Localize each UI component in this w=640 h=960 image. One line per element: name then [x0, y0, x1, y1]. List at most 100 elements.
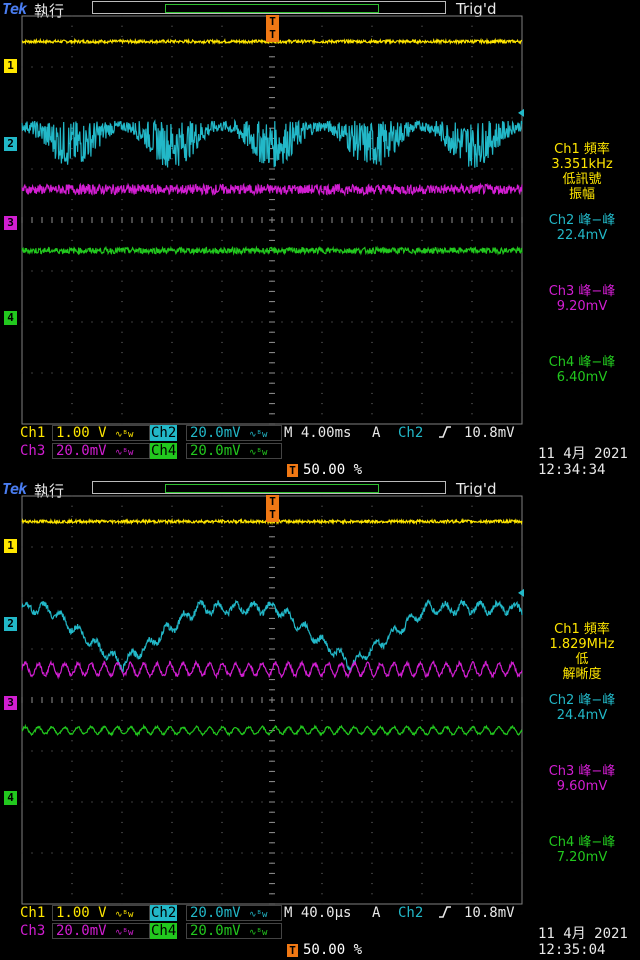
grid-dot [321, 229, 323, 231]
grid-dot [401, 168, 403, 170]
grid-dot [471, 239, 473, 241]
grid-dot [501, 546, 503, 548]
grid-dot [321, 66, 323, 68]
grid-dot [411, 852, 413, 854]
grid-dot [171, 56, 173, 58]
grid-dot [281, 852, 283, 854]
grid-dot [71, 260, 73, 262]
grid-dot [371, 178, 373, 180]
ch1-scale[interactable]: 1.00 V ∿ᴮw [52, 905, 150, 921]
ch2-scale[interactable]: 20.0mV ∿ᴮw [186, 425, 282, 441]
bw-limit-icon: ∿ᴮw [249, 430, 268, 440]
grid-dot [371, 821, 373, 823]
grid-dot [281, 321, 283, 323]
grid-dot [471, 648, 473, 650]
grid-dot [451, 801, 453, 803]
grid-dot [71, 740, 73, 742]
ch3-scale[interactable]: 20.0mV ∿ᴮw [52, 443, 150, 459]
ch3-scale[interactable]: 20.0mV ∿ᴮw [52, 923, 150, 939]
grid-dot [121, 352, 123, 354]
grid-dot [221, 566, 223, 568]
grid-dot [311, 321, 313, 323]
trigger-time-marker: T [266, 508, 279, 522]
grid-dot [421, 403, 423, 405]
grid-dot [421, 362, 423, 364]
grid-dot [201, 801, 203, 803]
grid-dot [471, 199, 473, 201]
grid-dot [421, 832, 423, 834]
graticule [21, 495, 523, 905]
grid-dot [121, 709, 123, 711]
grid-dot [71, 597, 73, 599]
grid-dot [71, 801, 73, 803]
grid-dot [471, 97, 473, 99]
grid-dot [471, 56, 473, 58]
grid-dot [251, 270, 253, 272]
trigger-level[interactable]: 10.8mV [464, 905, 515, 921]
grid-dot [421, 239, 423, 241]
grid-dot [221, 546, 223, 548]
grid-dot [501, 270, 503, 272]
trigger-source[interactable]: Ch2 [398, 905, 423, 921]
grid-dot [321, 546, 323, 548]
grid-dot [471, 628, 473, 630]
ch2-scale[interactable]: 20.0mV ∿ᴮw [186, 905, 282, 921]
grid-dot [331, 648, 333, 650]
grid-dot [61, 546, 63, 548]
timebase[interactable]: M 40.0µs [284, 905, 351, 921]
grid-dot [331, 372, 333, 374]
grid-dot [311, 648, 313, 650]
grid-dot [301, 372, 303, 374]
grid-dot [211, 852, 213, 854]
grid-dot [171, 413, 173, 415]
grid-dot [121, 505, 123, 507]
grid-dot [191, 648, 193, 650]
grid-dot [361, 270, 363, 272]
grid-dot [71, 781, 73, 783]
grid-dot [321, 260, 323, 262]
timebase[interactable]: M 4.00ms [284, 425, 351, 441]
grid-dot [471, 117, 473, 119]
grid-dot [321, 117, 323, 119]
grid-dot [371, 392, 373, 394]
grid-dot [201, 648, 203, 650]
grid-dot [221, 526, 223, 528]
grid-dot [221, 270, 223, 272]
grid-dot [301, 168, 303, 170]
ch4-scale[interactable]: 20.0mV ∿ᴮw [186, 923, 282, 939]
grid-dot [341, 750, 343, 752]
grid-dot [511, 270, 513, 272]
ch4-scale[interactable]: 20.0mV ∿ᴮw [186, 443, 282, 459]
grid-dot [221, 199, 223, 201]
grid-dot [471, 382, 473, 384]
grid-dot [121, 811, 123, 813]
grid-dot [71, 97, 73, 99]
grid-dot [121, 117, 123, 119]
grid-dot [421, 321, 423, 323]
ch1-scale[interactable]: 1.00 V ∿ᴮw [52, 425, 150, 441]
trigger-level[interactable]: 10.8mV [464, 425, 515, 441]
trigger-t-icon: T [287, 464, 298, 477]
grid-dot [341, 852, 343, 854]
grid-dot [121, 229, 123, 231]
grid-dot [391, 168, 393, 170]
ch2-waveform [21, 598, 523, 673]
grid-dot [121, 25, 123, 27]
grid-dot [371, 46, 373, 48]
grid-dot [171, 832, 173, 834]
grid-dot [481, 117, 483, 119]
grid-dot [121, 781, 123, 783]
trigger-source[interactable]: Ch2 [398, 425, 423, 441]
grid-dot [61, 648, 63, 650]
grid-dot [221, 587, 223, 589]
grid-dot [291, 321, 293, 323]
grid-dot [471, 229, 473, 231]
grid-dot [131, 852, 133, 854]
grid-dot [291, 66, 293, 68]
grid-dot [371, 750, 373, 752]
grid-dot [421, 740, 423, 742]
bw-limit-icon: ∿ᴮw [115, 448, 134, 458]
grid-dot [21, 852, 23, 854]
grid-dot [471, 658, 473, 660]
grid-dot [421, 556, 423, 558]
